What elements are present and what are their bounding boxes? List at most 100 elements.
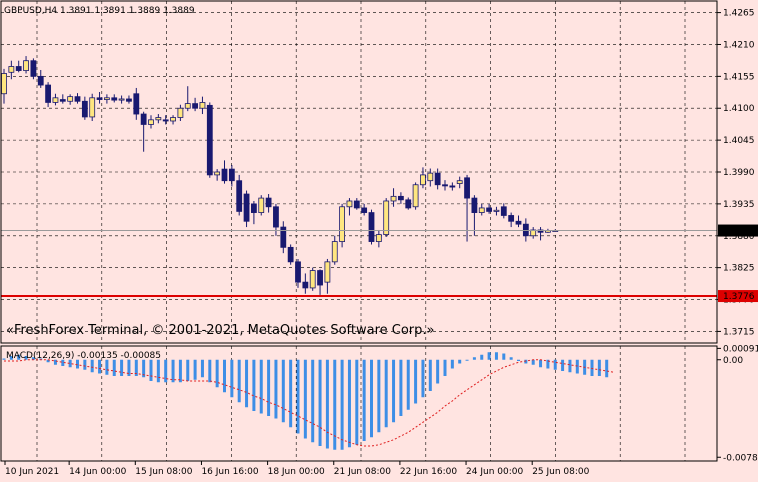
time-tick-label: 21 Jun 08:00: [334, 467, 391, 477]
price-tick-label: 1.4100: [723, 104, 755, 114]
bear-candle-body: [500, 206, 507, 216]
candle: [449, 182, 456, 191]
candle: [37, 69, 44, 88]
candle: [493, 206, 500, 216]
bear-candle-body: [486, 207, 493, 212]
candle: [81, 96, 88, 120]
macd-bar: [590, 359, 594, 376]
macd-bar: [362, 359, 366, 441]
bear-candle-body: [15, 66, 22, 71]
bull-candle-body: [1, 73, 7, 95]
bear-candle-body: [295, 261, 301, 283]
candle: [353, 198, 360, 210]
bull-candle-body: [148, 119, 154, 125]
time-tick-label: 18 Jun 00:00: [268, 467, 325, 477]
candle: [331, 235, 338, 265]
macd-bar: [428, 359, 432, 391]
bear-candle-body: [37, 75, 44, 86]
bear-candle-body: [353, 200, 360, 209]
candle: [236, 174, 243, 216]
candle: [118, 95, 125, 104]
candle: [126, 95, 132, 104]
chart-canvas[interactable]: 1.4265 1.4210 1.4155 1.4100 1.4045 1.3990 1.39…: [0, 0, 758, 482]
macd-bar: [414, 359, 418, 404]
macd-bar: [259, 359, 263, 414]
macd-bar: [223, 359, 226, 393]
macd-bar: [443, 359, 447, 376]
bull-candle-body: [23, 60, 29, 71]
candle: [89, 93, 96, 121]
bear-candle-body: [273, 206, 279, 228]
candle: [214, 169, 221, 181]
bear-candle-body: [140, 113, 147, 125]
candle: [346, 198, 353, 216]
macd-bar: [355, 359, 359, 445]
candle: [287, 244, 294, 265]
bull-candle-body: [118, 98, 125, 101]
candle: [67, 94, 74, 105]
candle: [375, 229, 382, 248]
bull-candle-body: [8, 66, 15, 73]
macd-bar: [200, 359, 204, 378]
candle: [133, 87, 140, 120]
candle: [184, 86, 191, 112]
macd-bar: [186, 359, 190, 381]
macd-bar: [502, 353, 506, 360]
candle: [302, 273, 309, 294]
candle: [324, 258, 331, 294]
bull-candle-body: [324, 261, 331, 283]
candle: [228, 165, 235, 187]
macd-bar: [178, 359, 182, 383]
bear-candle-body: [81, 100, 88, 118]
macd-bar: [458, 359, 462, 364]
candle: [317, 269, 323, 295]
macd-bar: [245, 359, 249, 408]
macd-axis: 0.00091 0.00 -0.0078: [717, 344, 758, 463]
bull-candle-body: [339, 206, 346, 242]
candle: [368, 209, 375, 245]
bull-candle-body: [390, 195, 397, 202]
bear-candle-body: [368, 212, 375, 242]
bear-candle-body: [317, 270, 323, 286]
candle: [464, 174, 470, 242]
candle: [52, 93, 59, 106]
bull-candle-body: [456, 180, 463, 184]
candle: [471, 195, 478, 236]
macd-bar: [384, 359, 388, 428]
bull-candle-body: [89, 97, 96, 118]
bear-candle-body: [74, 96, 81, 102]
bear-candle-body: [243, 193, 250, 222]
candle: [162, 115, 169, 125]
macd-bar: [318, 359, 322, 446]
macd-bar: [553, 359, 557, 370]
time-tick-label: 24 Jun 00:00: [466, 467, 523, 477]
bull-candle-body: [170, 117, 176, 122]
candle: [434, 168, 441, 190]
candle: [23, 56, 29, 74]
bear-candle-body: [59, 99, 66, 102]
macd-bar: [325, 359, 329, 449]
candle: [383, 198, 390, 237]
macd-bar: [487, 352, 491, 360]
candle: [537, 227, 544, 241]
macd-bar: [575, 359, 579, 374]
time-tick-label: 10 Jun 2021: [5, 467, 59, 477]
macd-bar: [105, 359, 109, 375]
candle: [420, 167, 426, 189]
bear-candle-body: [405, 199, 412, 209]
candle: [96, 92, 103, 104]
chart-window[interactable]: 1.4265 1.4210 1.4155 1.4100 1.4045 1.3990 1.39…: [0, 0, 758, 482]
bear-candle-body: [30, 60, 37, 77]
bull-candle-body: [177, 107, 184, 118]
bull-candle-body: [52, 97, 59, 103]
macd-bar: [193, 359, 197, 380]
time-tick-label: 22 Jun 16:00: [400, 467, 457, 477]
candle: [250, 200, 257, 225]
macd-bar: [392, 359, 396, 423]
candle: [199, 96, 206, 115]
bull-candle-body: [346, 200, 353, 208]
macd-histogram: [2, 352, 609, 450]
bull-candle-body: [478, 207, 485, 213]
bear-candle-body: [206, 104, 213, 176]
candle: [15, 60, 22, 73]
